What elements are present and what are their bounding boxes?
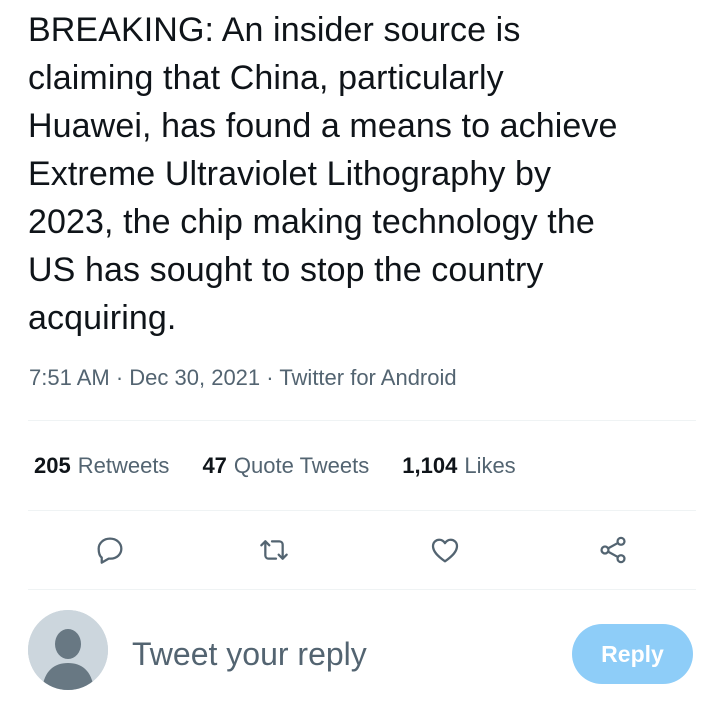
share-icon	[600, 536, 626, 564]
reply-submit-button[interactable]: Reply	[572, 624, 693, 684]
tweet-time[interactable]: 7:51 AM	[29, 365, 110, 390]
engagement-stats: 205 Retweets 47 Quote Tweets 1,104 Likes	[34, 451, 516, 481]
retweets-count: 205	[34, 453, 71, 478]
divider	[28, 510, 696, 511]
reply-input[interactable]	[132, 632, 552, 676]
heart-icon	[431, 538, 459, 563]
tweet-text: BREAKING: An insider source is claiming …	[28, 11, 618, 337]
likes-stat[interactable]: 1,104 Likes	[402, 451, 515, 481]
share-button[interactable]	[595, 532, 631, 568]
divider	[28, 420, 696, 421]
like-button[interactable]	[427, 532, 463, 568]
quote-tweets-count: 47	[202, 453, 227, 478]
quote-tweets-label: Quote Tweets	[233, 453, 370, 478]
divider	[28, 589, 696, 590]
separator-dot: ·	[109, 365, 130, 390]
separator-dot: ·	[260, 365, 280, 390]
reply-button[interactable]	[92, 532, 128, 568]
retweets-label: Retweets	[77, 453, 170, 478]
avatar[interactable]	[28, 610, 108, 690]
retweet-icon	[260, 540, 288, 560]
reply-icon	[97, 537, 123, 564]
retweet-button[interactable]	[256, 532, 292, 568]
retweets-stat[interactable]: 205 Retweets	[34, 451, 169, 481]
tweet-metadata: 7:51 AM · Dec 30, 2021 · Twitter for And…	[29, 364, 457, 392]
likes-label: Likes	[464, 453, 516, 478]
tweet-date[interactable]: Dec 30, 2021	[129, 365, 260, 390]
tweet-source[interactable]: Twitter for Android	[279, 365, 456, 390]
likes-count: 1,104	[402, 453, 458, 478]
quote-tweets-stat[interactable]: 47 Quote Tweets	[202, 451, 369, 481]
default-avatar-icon	[28, 610, 108, 690]
